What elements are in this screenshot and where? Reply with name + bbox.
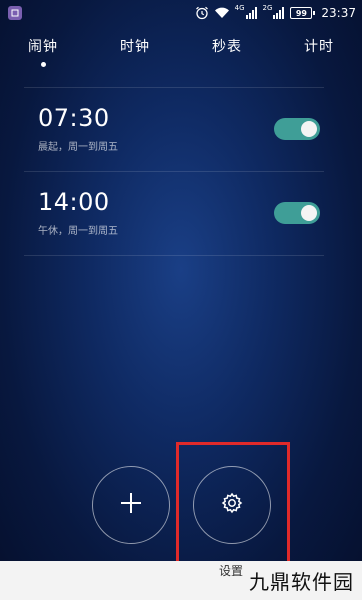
signal-icon-b [273, 7, 285, 19]
signal-icon-a [245, 7, 258, 19]
toggle-knob [301, 121, 317, 137]
status-clock: 23:37 [321, 6, 356, 20]
new-alarm-button[interactable] [92, 466, 170, 544]
tab-bar: 闹钟 时钟 秒表 计时 [0, 36, 362, 67]
status-indicators: 4G 2G 99 23:37 [195, 3, 356, 20]
alarm-time: 14:00 [38, 188, 110, 216]
network-type-a: 4G [234, 3, 245, 12]
battery-indicator: 99 [290, 7, 316, 19]
active-tab-indicator [41, 62, 46, 67]
alarm-description: 晨起，周一到周五 [38, 142, 118, 153]
alarm-item[interactable]: 07:30 晨起，周一到周五 [24, 88, 324, 172]
alarm-toggle[interactable] [274, 118, 320, 140]
network-type-b: 2G [262, 3, 273, 12]
divider [24, 255, 324, 256]
tab-alarm[interactable]: 闹钟 [28, 36, 58, 56]
status-bar: 4G 2G 99 23:37 [0, 0, 362, 26]
alarm-item[interactable]: 14:00 午休，周一到周五 [24, 172, 324, 256]
app-notification-icon [8, 6, 22, 20]
tab-stopwatch[interactable]: 秒表 [212, 36, 242, 56]
watermark-text: 九鼎软件园 [249, 570, 354, 594]
plus-icon [120, 492, 142, 518]
tab-timer[interactable]: 计时 [304, 36, 334, 56]
alarm-time: 07:30 [38, 104, 110, 132]
watermark-banner: 九鼎软件园 [0, 561, 362, 600]
wifi-icon [214, 7, 230, 19]
alarm-description: 午休，周一到周五 [38, 226, 118, 237]
settings-label: 设置 [219, 564, 244, 578]
toggle-knob [301, 205, 317, 221]
tab-clock[interactable]: 时钟 [120, 36, 150, 56]
alarm-clock-icon [195, 6, 209, 20]
alarm-toggle[interactable] [274, 202, 320, 224]
